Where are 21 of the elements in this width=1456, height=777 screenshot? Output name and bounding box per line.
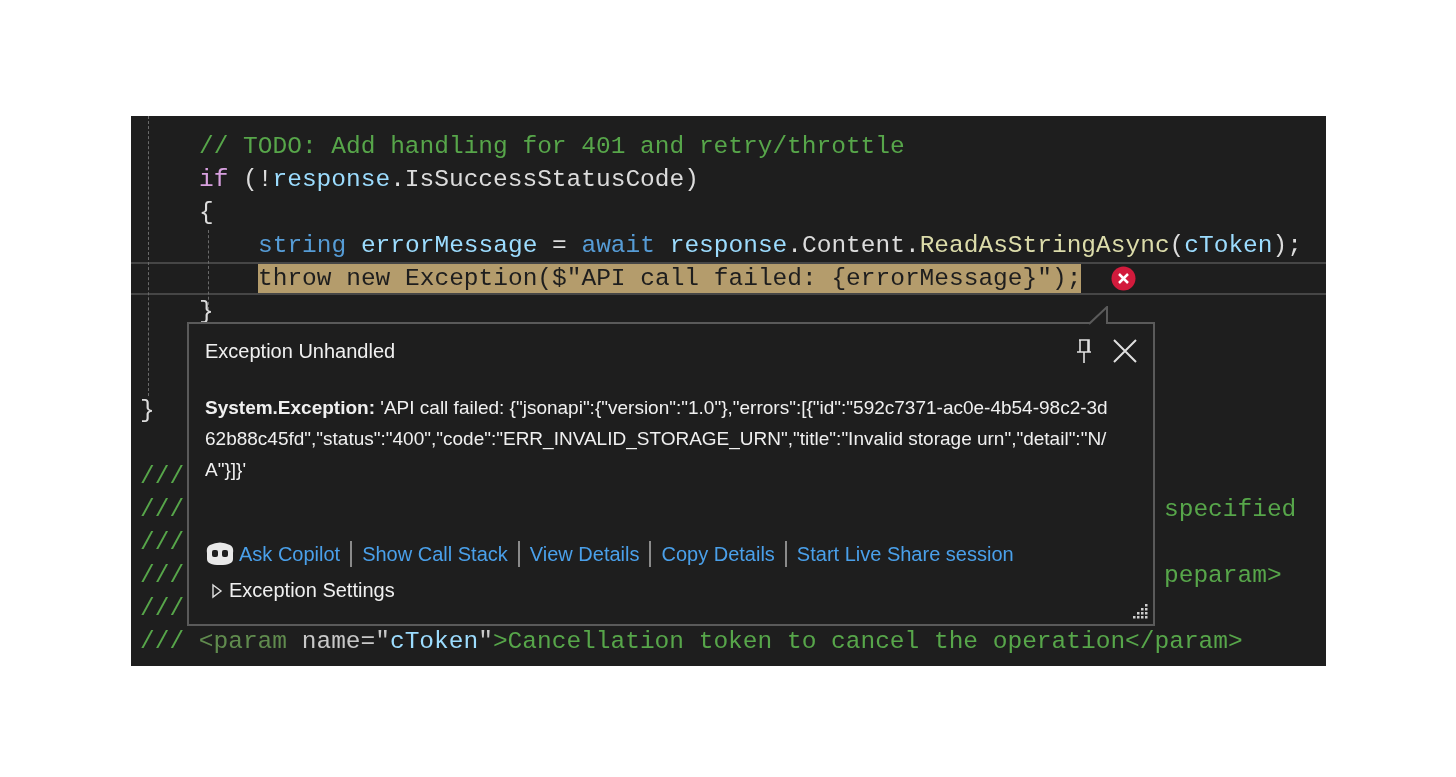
code-line: if (!response.IsSuccessStatusCode) — [199, 165, 699, 194]
exception-message: System.Exception: 'API call failed: {"jsonapi":{"version":"1.0"},"errors":[{"id":"592c7371-ac0e-4b54-98c2-3d62b88c45fd","status":"400","code":"ERR_INVALID_STORAGE_URN","title":"Invalid storage urn","detail":"N/A"}]}' — [205, 396, 1109, 482]
action-link[interactable]: Copy Details — [661, 542, 775, 566]
code-line: /// — [140, 495, 185, 524]
popup-title: Exception Unhandled — [205, 339, 397, 363]
code-line: /// <param name="cToken">Cancellation token to cancel the operation</param> — [140, 627, 1243, 656]
code-line: // TODO: Add handling for 401 and retry/throttle — [199, 132, 905, 161]
code-fragment: specified — [1164, 496, 1297, 523]
exception-settings-toggle[interactable]: Exception Settings — [211, 579, 1137, 602]
code-line: /// — [140, 462, 185, 491]
action-link[interactable]: Ask Copilot — [205, 541, 341, 567]
code-line: /// — [140, 528, 185, 557]
code-line: /// — [140, 561, 185, 590]
code-line: /// — [140, 594, 185, 623]
action-link[interactable]: View Details — [529, 542, 640, 566]
code-line: } — [140, 396, 155, 425]
code-fragment: peparam> — [1164, 562, 1282, 589]
action-link[interactable]: Start Live Share session — [796, 542, 1014, 566]
code-line: { — [199, 198, 214, 227]
action-link[interactable]: Show Call Stack — [362, 542, 508, 566]
code-line: string errorMessage = await response.Content.ReadAsStringAsync(cToken); — [258, 231, 1302, 260]
